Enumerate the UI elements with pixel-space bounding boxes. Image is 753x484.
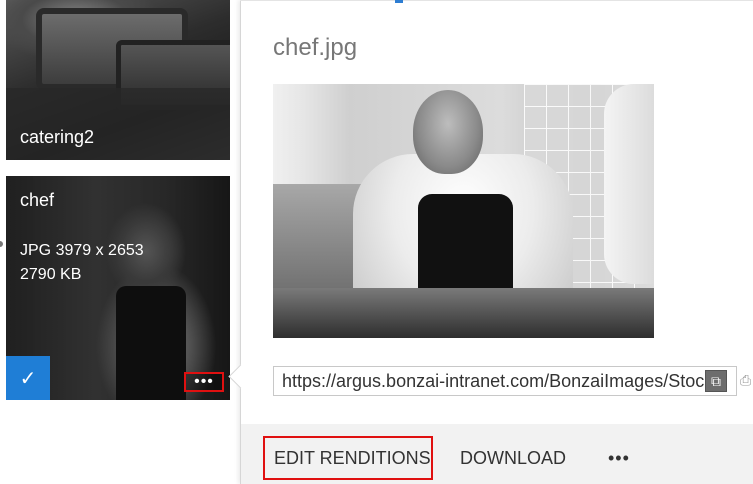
- image-url-field[interactable]: [273, 366, 737, 396]
- preview-arm: [604, 84, 654, 284]
- download-button[interactable]: DOWNLOAD: [460, 436, 566, 480]
- image-tile-catering2[interactable]: catering2: [6, 0, 230, 160]
- preview-counter: [273, 288, 654, 338]
- scroll-edge-marker: [0, 241, 3, 247]
- tile-name: chef: [20, 190, 55, 210]
- ellipsis-icon: •••: [194, 373, 214, 390]
- image-file-name: chef.jpg: [273, 34, 358, 61]
- more-actions-button[interactable]: •••: [608, 436, 630, 480]
- checkmark-icon: ✓: [19, 367, 37, 390]
- image-preview: [273, 84, 654, 338]
- top-accent-marker: [395, 0, 403, 3]
- image-tile-chef[interactable]: chef JPG 3979 x 2653 2790 KB ✓ •••: [6, 176, 230, 400]
- select-checkbox[interactable]: ✓: [6, 356, 50, 400]
- preview-shelf: [273, 184, 363, 304]
- tile-file-size: 2790 KB: [20, 266, 82, 283]
- tile-name: catering2: [20, 127, 95, 147]
- print-icon[interactable]: ⎙: [740, 372, 753, 390]
- tile-more-options-button[interactable]: •••: [184, 372, 224, 392]
- preview-chef-head: [413, 90, 483, 174]
- tile-caption-overlay: [6, 88, 230, 160]
- panel-top-divider: [240, 0, 753, 5]
- tile-format-dimensions: JPG 3979 x 2653: [20, 242, 144, 259]
- tile-metadata: JPG 3979 x 2653 2790 KB: [20, 239, 144, 287]
- edit-renditions-button[interactable]: EDIT RENDITIONS: [263, 436, 433, 480]
- image-library-view: catering2 chef JPG 3979 x 2653 2790 KB ✓…: [0, 0, 753, 484]
- image-url-input[interactable]: [274, 367, 736, 395]
- copy-icon[interactable]: ⧉: [705, 370, 727, 392]
